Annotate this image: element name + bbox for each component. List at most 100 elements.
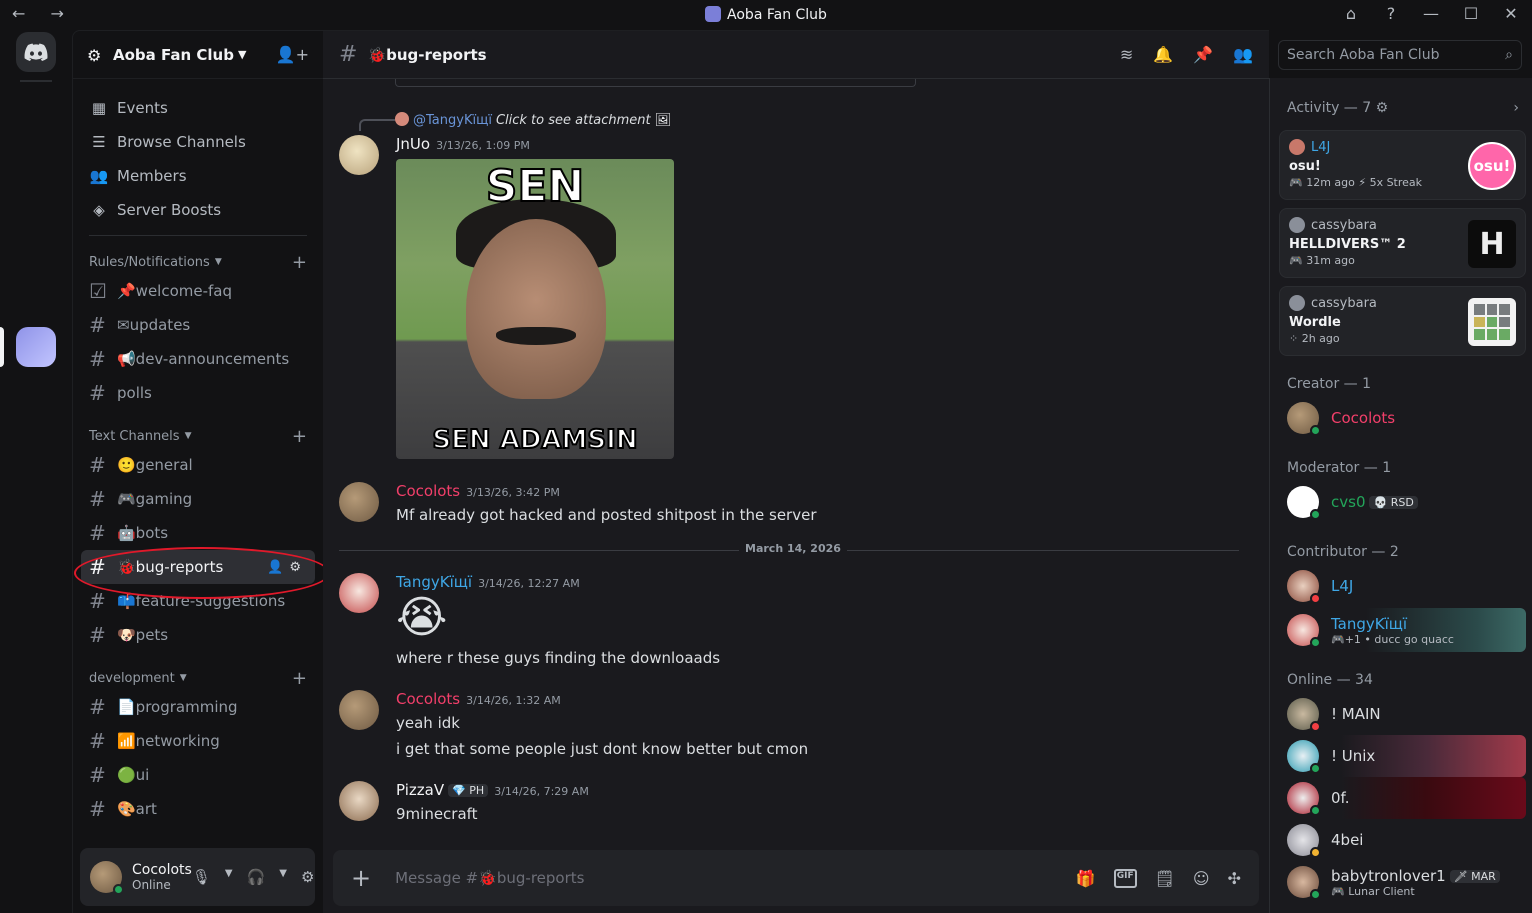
headphones-icon[interactable]: 🎧 [247, 868, 266, 886]
channel-ui[interactable]: # 🟢ui [81, 758, 315, 792]
server-name: Aoba Fan Club [113, 45, 234, 64]
member-name: TangyKïщї [1331, 614, 1408, 633]
avatar[interactable] [339, 482, 379, 522]
inbox-icon[interactable]: ⌂ [1342, 4, 1360, 23]
notification-bell-icon[interactable]: 🔔 [1153, 45, 1173, 64]
server-rail [0, 30, 72, 913]
activity-card[interactable]: cassybara Wordle ⁘ 2h ago [1279, 286, 1526, 356]
chevron-down-icon[interactable]: ▼ [279, 868, 287, 886]
gif-icon[interactable]: GIF [1113, 868, 1137, 888]
activity-card[interactable]: cassybara HELLDIVERS™ 2 🎮 31m ago H [1279, 208, 1526, 278]
channel-art[interactable]: # 🎨art [81, 792, 315, 826]
server-icon-aoba[interactable] [16, 327, 56, 367]
message: Cocolots 3/14/26, 1:32 AM yeah idk i get … [339, 690, 1239, 760]
threads-icon[interactable]: ≋ [1120, 45, 1133, 64]
channel-label: 🐞bug-reports [117, 558, 224, 576]
microphone-icon[interactable]: 🎙 [192, 868, 211, 886]
channel-label: 📄programming [117, 698, 238, 716]
close-button[interactable]: ✕ [1502, 4, 1520, 23]
maximize-button[interactable]: ☐ [1462, 4, 1480, 23]
channel-updates[interactable]: # ✉updates [81, 308, 315, 342]
member-cocolots[interactable]: Cocolots [1279, 397, 1526, 439]
window-title-text: Aoba Fan Club [727, 7, 827, 23]
add-channel-icon[interactable]: + [292, 426, 307, 447]
nav-events[interactable]: ▦ Events [73, 91, 323, 125]
server-header[interactable]: ⚙ Aoba Fan Club ▼ 👤+ [73, 31, 323, 79]
channel-feature-suggestions[interactable]: # 📫feature-suggestions [81, 584, 315, 618]
member-main[interactable]: ! MAIN [1279, 693, 1526, 735]
member-4bei[interactable]: 4bei [1279, 819, 1526, 861]
minimize-button[interactable]: — [1422, 4, 1440, 23]
user-avatar[interactable] [90, 861, 124, 895]
channel-label: polls [117, 384, 152, 402]
nav-browse-channels[interactable]: ☰ Browse Channels [73, 125, 323, 159]
add-channel-icon[interactable]: + [292, 668, 307, 689]
member-unix[interactable]: ! Unix [1279, 735, 1526, 777]
meme-mustache [496, 327, 576, 345]
message-image[interactable]: SEN SEN ADAMSIN [396, 159, 674, 459]
add-attachment-icon[interactable]: + [351, 864, 371, 892]
chevron-right-icon[interactable]: › [1513, 100, 1519, 116]
invite-icon[interactable]: 👤+ [276, 45, 309, 64]
channel-general[interactable]: # 🙂general [81, 448, 315, 482]
member-cvs0[interactable]: cvs0 💀 RSD [1279, 481, 1526, 523]
channel-gaming[interactable]: # 🎮gaming [81, 482, 315, 516]
channel-pets[interactable]: # 🐶pets [81, 618, 315, 652]
activity-card[interactable]: L4J osu! 🎮 12m ago ⚡ 5x Streak osu! [1279, 130, 1526, 200]
member-avatar [1287, 866, 1321, 900]
member-tangykishi[interactable]: TangyKïщї 🎮+1 • ducc go quacc [1279, 608, 1526, 652]
message-input[interactable]: Message #🐞bug-reports [395, 869, 584, 887]
avatar[interactable] [339, 135, 379, 175]
nav-members[interactable]: 👥 Members [73, 159, 323, 193]
message-author[interactable]: PizzaV [396, 781, 444, 799]
channel-bots[interactable]: # 🤖bots [81, 516, 315, 550]
help-icon[interactable]: ? [1382, 4, 1400, 23]
add-channel-icon[interactable]: + [292, 252, 307, 273]
date-divider: March 14, 2026 [339, 542, 1239, 555]
avatar[interactable] [339, 690, 379, 730]
message-author[interactable]: Cocolots [396, 690, 460, 708]
apps-icon[interactable]: ✣ [1228, 869, 1241, 888]
channel-polls[interactable]: # polls [81, 376, 315, 410]
member-0f[interactable]: 0f. [1279, 777, 1526, 819]
activity-header[interactable]: Activity — 7 ⚙ › [1270, 100, 1532, 116]
message-author[interactable]: JnUo [396, 135, 430, 153]
avatar[interactable] [339, 573, 379, 613]
nav-server-boosts[interactable]: ◈ Server Boosts [73, 193, 323, 227]
message-composer[interactable]: + Message #🐞bug-reports 🎁 GIF 🗒 ☺ ✣ [333, 850, 1259, 906]
member-l4j[interactable]: L4J [1279, 565, 1526, 607]
message-author[interactable]: Cocolots [396, 482, 460, 500]
channel-settings-icons[interactable]: 👤⚙ [267, 560, 307, 575]
emoji-icon[interactable]: ☺ [1193, 869, 1210, 888]
category-development[interactable]: development ▼ + [73, 666, 323, 690]
user-name-block[interactable]: Cocolots Online [132, 862, 192, 892]
hash-icon: # [89, 623, 106, 647]
avatar[interactable] [339, 781, 379, 821]
channel-networking[interactable]: # 📶networking [81, 724, 315, 758]
online-status-icon [1310, 763, 1321, 774]
channel-programming[interactable]: # 📄programming [81, 690, 315, 724]
member-babytronlover1[interactable]: babytronlover1 🗡 MAR 🎮 Lunar Client [1279, 861, 1526, 903]
message: Cocolots 3/13/26, 3:42 PM Mf already got … [339, 482, 1239, 526]
gift-icon[interactable]: 🎁 [1076, 869, 1096, 888]
pin-icon[interactable]: 📌 [1193, 45, 1213, 64]
search-input[interactable]: Search Aoba Fan Club ⌕ [1278, 40, 1522, 70]
reply-mention[interactable]: @TangyKïщї [413, 113, 492, 128]
reply-attachment-text[interactable]: Click to see attachment [496, 113, 651, 128]
chevron-down-icon[interactable]: ▼ [225, 868, 233, 886]
member-list-icon[interactable]: 👥 [1233, 45, 1253, 64]
category-rules[interactable]: Rules/Notifications ▼ + [73, 250, 323, 274]
channel-welcome-faq[interactable]: ☑ 📌welcome-faq [81, 274, 315, 308]
message-author[interactable]: TangyKïщї [396, 573, 472, 591]
sticker-icon[interactable]: 🗒 [1155, 869, 1175, 888]
channel-dev-announcements[interactable]: # 📢dev-announcements [81, 342, 315, 376]
online-status-icon [1310, 889, 1321, 900]
category-text-channels[interactable]: Text Channels ▼ + [73, 424, 323, 448]
channel-bug-reports[interactable]: # 🐞bug-reports 👤⚙ [81, 550, 315, 584]
channel-label: 📢dev-announcements [117, 350, 290, 368]
home-button[interactable] [16, 32, 56, 72]
reply-preview[interactable]: @TangyKïщї Click to see attachment 🖼 [395, 112, 671, 128]
server-icon [705, 6, 722, 22]
members-icon: 👥 [89, 167, 109, 185]
settings-gear-icon[interactable]: ⚙ [301, 868, 314, 886]
